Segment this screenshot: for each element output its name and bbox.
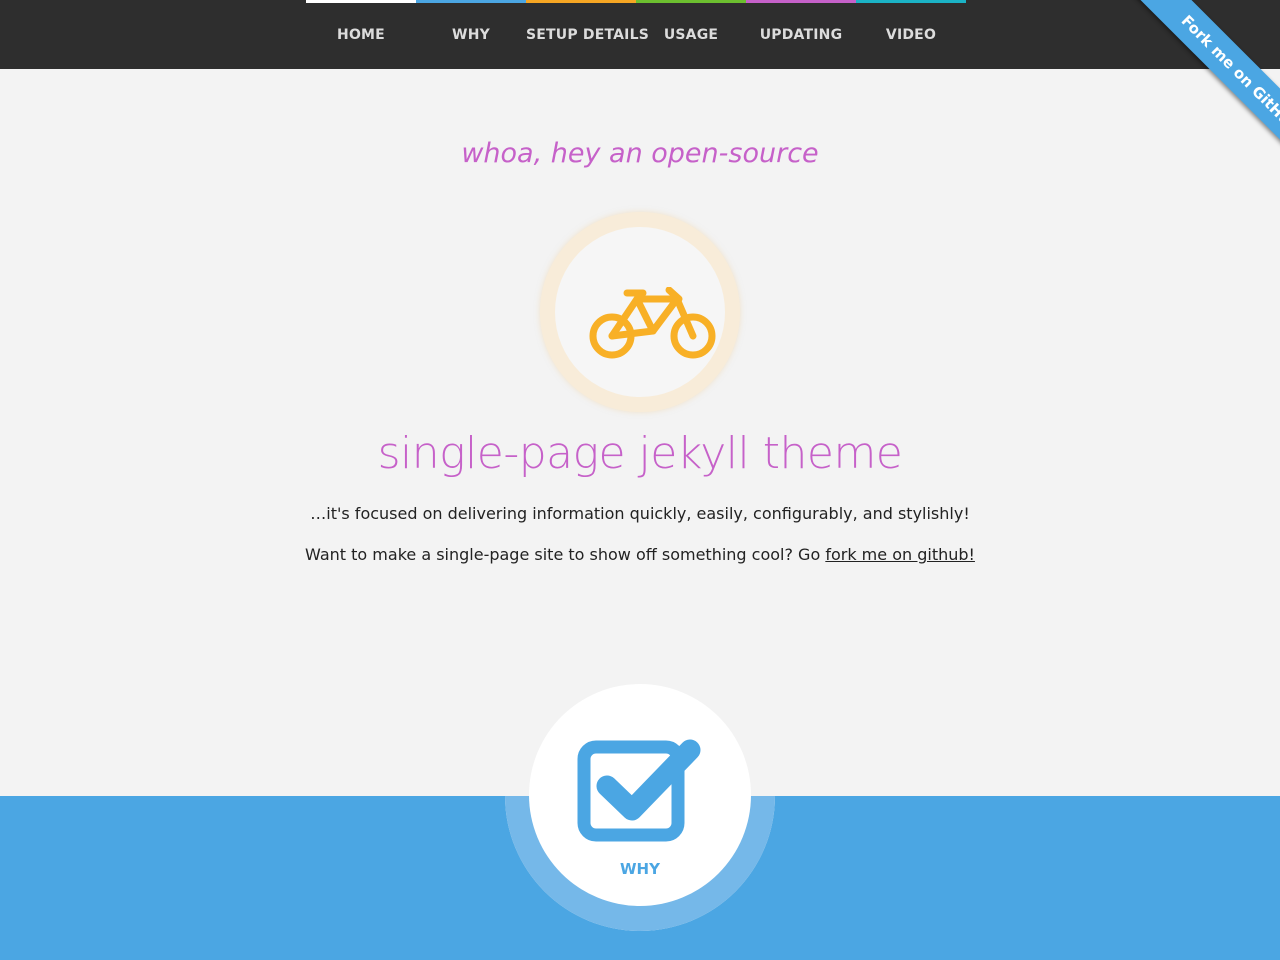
nav-item-updating[interactable]: UPDATING: [746, 0, 856, 69]
bicycle-badge-inner: [555, 227, 725, 397]
bicycle-badge: [540, 212, 740, 412]
cta-prefix: Want to make a single-page site to show …: [305, 545, 826, 564]
hero-cta: Want to make a single-page site to show …: [0, 545, 1280, 564]
fork-github-link[interactable]: fork me on github!: [825, 545, 975, 564]
fork-ribbon-container: Fork me on GitHub: [1080, 0, 1280, 200]
nav-stripe-why: [416, 0, 526, 3]
nav-label-setup-details: SETUP DETAILS: [526, 27, 649, 43]
why-badge-label: WHY: [620, 860, 660, 878]
why-badge[interactable]: WHY: [529, 684, 751, 906]
checkbox-icon: [577, 739, 701, 842]
nav-stripe-setup-details: [526, 0, 636, 3]
bicycle-icon: [589, 287, 716, 359]
nav-item-usage[interactable]: USAGE: [636, 0, 746, 69]
nav-label-updating: UPDATING: [759, 27, 843, 43]
nav-stripe-updating: [746, 0, 856, 3]
nav-stripe-home: [306, 0, 416, 3]
nav-label-home: HOME: [337, 27, 385, 43]
fork-me-ribbon[interactable]: Fork me on GitHub: [1135, 0, 1280, 179]
nav-stripe-usage: [636, 0, 746, 3]
nav-label-why: WHY: [452, 27, 490, 43]
nav-item-video[interactable]: VIDEO: [856, 0, 966, 69]
nav-item-why[interactable]: WHY: [416, 0, 526, 69]
hero-title: single-page jekyll theme: [377, 428, 903, 479]
nav-label-usage: USAGE: [663, 27, 719, 43]
nav-label-video: VIDEO: [885, 27, 937, 43]
nav-item-setup-details[interactable]: SETUP DETAILS: [526, 0, 649, 69]
hero-tagline: …it's focused on delivering information …: [310, 504, 970, 523]
nav-stripe-video: [856, 0, 966, 3]
nav-item-home[interactable]: HOME: [306, 0, 416, 69]
main-nav: HOME WHY SETUP DETAILS USAGE UPDATING VI…: [306, 0, 966, 69]
